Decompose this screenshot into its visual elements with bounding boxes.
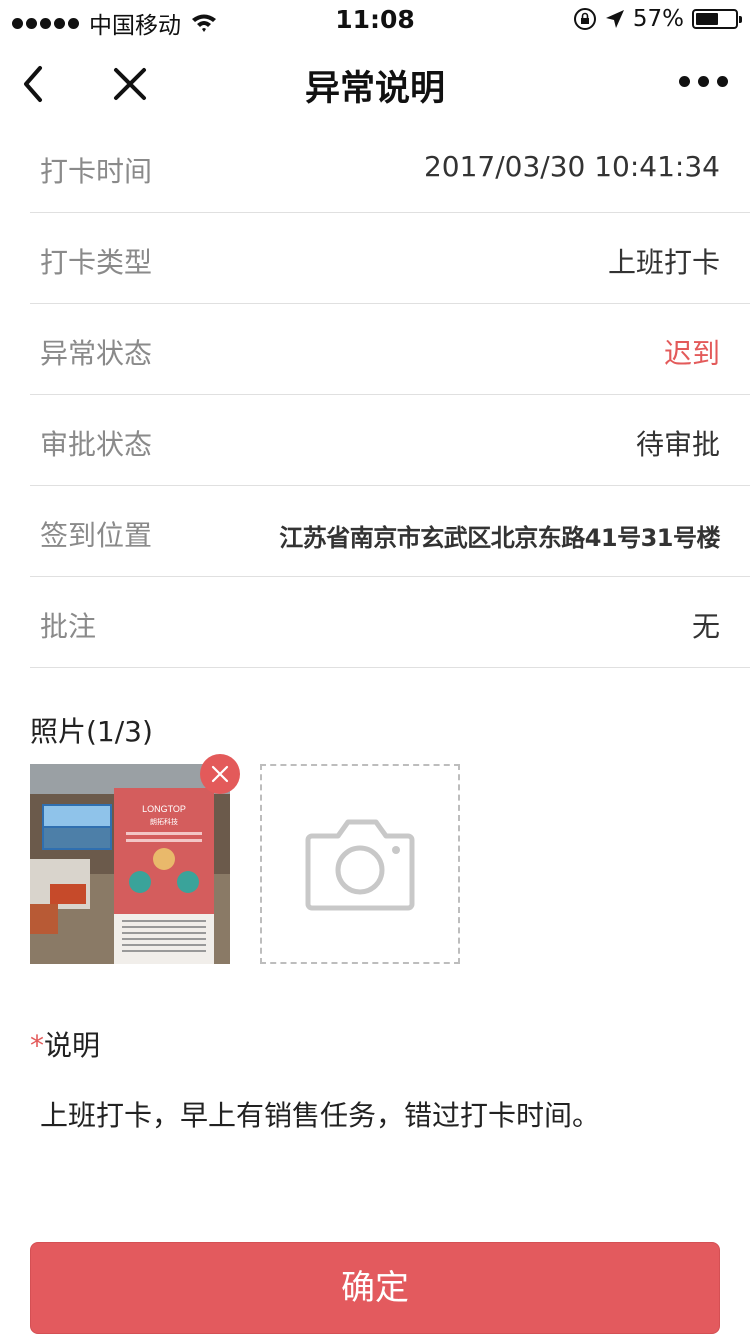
info-label: 签到位置 [40, 519, 153, 552]
status-badge: 迟到 [663, 337, 720, 370]
info-label: 批注 [40, 610, 97, 643]
camera-icon [305, 819, 415, 911]
close-icon [211, 765, 229, 783]
remove-photo-button[interactable] [200, 754, 240, 794]
info-row-location: 签到位置 江苏省南京市玄武区北京东路41号31号楼 [30, 486, 750, 577]
nav-bar: 异常说明 [0, 40, 750, 128]
info-value: 待审批 [635, 428, 720, 461]
status-right: 57% [573, 6, 742, 32]
status-bar: 中国移动 11:08 57% [0, 0, 750, 40]
battery-icon [692, 9, 742, 29]
info-row-exception-status: 异常状态 迟到 [30, 304, 750, 395]
more-dots-icon[interactable] [679, 76, 728, 87]
orientation-lock-icon [573, 8, 596, 30]
info-value: 2017/03/30 10:41:34 [423, 150, 720, 183]
info-label: 异常状态 [40, 337, 153, 370]
location-value: 江苏省南京市玄武区北京东路41号31号楼 [279, 524, 720, 552]
description-label-text: 说明 [44, 1029, 101, 1062]
description-label: *说明 [30, 1024, 100, 1064]
close-icon[interactable] [108, 62, 152, 106]
chevron-left-icon[interactable] [14, 60, 54, 108]
battery-level [696, 13, 718, 25]
add-photo-button[interactable] [260, 764, 460, 964]
record-info-list: 打卡时间 2017/03/30 10:41:34 打卡类型 上班打卡 异常状态 … [30, 122, 750, 668]
info-label: 打卡类型 [40, 246, 153, 279]
battery-percent: 57% [632, 6, 684, 32]
poster-brand-cn: 朗拓科技 [150, 817, 178, 826]
info-label: 打卡时间 [40, 155, 153, 188]
required-mark: * [30, 1029, 44, 1062]
info-value: 无 [691, 610, 720, 643]
photos-title: 照片(1/3) [30, 715, 153, 748]
info-value: 上班打卡 [607, 246, 720, 279]
location-arrow-icon [605, 10, 624, 28]
photo-image: LONGTOP 朗拓科技 [30, 764, 230, 964]
poster-brand: LONGTOP [142, 804, 186, 814]
info-row-remark: 批注 无 [30, 577, 750, 668]
info-row-approval-status: 审批状态 待审批 [30, 395, 750, 486]
info-row-clock-time: 打卡时间 2017/03/30 10:41:34 [30, 122, 750, 213]
info-row-clock-type: 打卡类型 上班打卡 [30, 213, 750, 304]
info-label: 审批状态 [40, 428, 153, 461]
description-field[interactable]: 上班打卡，早上有销售任务，错过打卡时间。 [40, 1094, 720, 1134]
confirm-button[interactable]: 确定 [30, 1242, 720, 1334]
photo-thumbnail[interactable]: LONGTOP 朗拓科技 [30, 764, 230, 964]
